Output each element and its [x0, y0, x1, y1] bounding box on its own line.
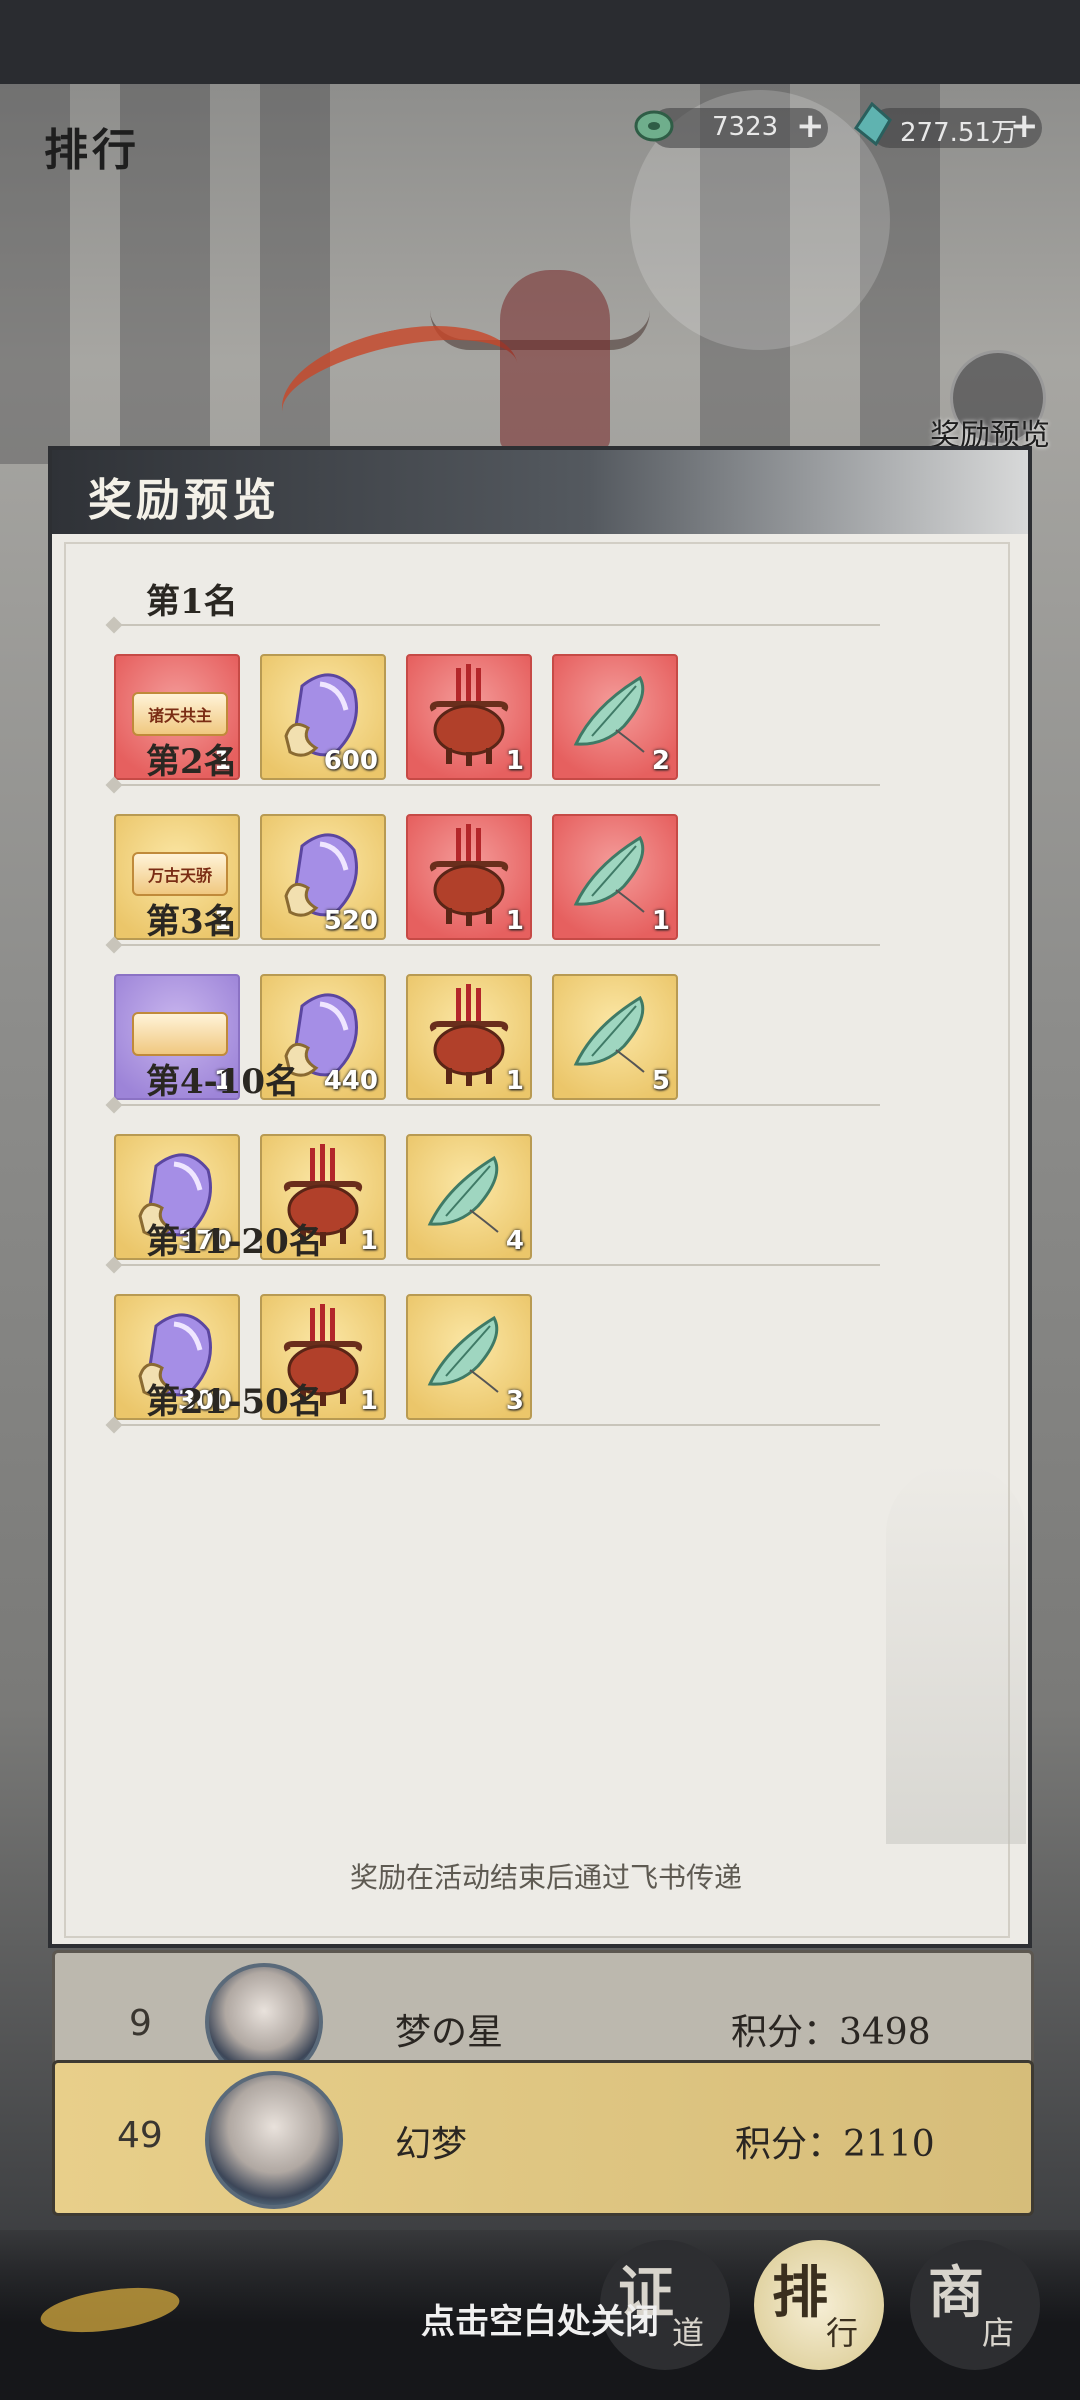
tier-divider: [114, 1104, 880, 1106]
title-plaque-icon: [132, 1012, 228, 1056]
player-name: 幻梦: [395, 2124, 468, 2165]
reward-item[interactable]: 1: [406, 654, 532, 780]
item-count: 1: [505, 1066, 524, 1096]
item-count: 5: [651, 1066, 670, 1096]
ink-mountain-decoration: [886, 1464, 1026, 1844]
leaderboard-row[interactable]: 9 梦の星 积分：3498: [52, 1950, 1034, 2081]
jade-coin-icon: [634, 110, 674, 142]
plaque-text: 万古天骄: [147, 866, 212, 885]
tier-rank-label: 第11-20名: [146, 1222, 323, 1262]
tier-rank-label: 第3名: [146, 902, 238, 942]
tier-divider: [114, 944, 880, 946]
avatar: [205, 2071, 343, 2209]
player-score: 积分：3498: [731, 2012, 931, 2053]
tier-rank-label: 第21-50名: [146, 1382, 323, 1422]
reward-item[interactable]: 3: [406, 1294, 532, 1420]
spirit-stone-icon: [853, 102, 892, 146]
item-count: 1: [651, 906, 670, 936]
item-count: 1: [505, 746, 524, 776]
tier-divider: [114, 784, 880, 786]
currency-jade: 7323 +: [634, 106, 828, 148]
player-score: 积分：2110: [735, 2124, 935, 2165]
page-title: 排行: [44, 125, 140, 176]
add-stone-button[interactable]: +: [1010, 106, 1039, 146]
item-count: 3: [505, 1386, 524, 1416]
character-portrait: [500, 270, 610, 450]
item-count: 520: [323, 906, 378, 936]
tier-rank-label: 第4-10名: [146, 1062, 300, 1102]
item-count: 2: [651, 746, 670, 776]
modal-title: 奖励预览: [88, 475, 280, 526]
game-screen: 排行 7323 + 277.51万 + 奖励预览 9 梦の星 积分：3498 4…: [0, 0, 1080, 2400]
modal-header: 奖励预览: [52, 450, 1028, 534]
close-hint[interactable]: 点击空白处关闭: [0, 2294, 1080, 2343]
item-count: 1: [359, 1386, 378, 1416]
reward-item[interactable]: 1: [406, 814, 532, 940]
add-jade-button[interactable]: +: [796, 106, 825, 146]
plaque-text: 诸天共主: [147, 706, 212, 725]
currency-value: 277.51万: [900, 118, 1017, 148]
title-plaque-icon: 诸天共主: [132, 692, 228, 736]
tier-rank-label: 第1名: [146, 582, 238, 622]
reward-item[interactable]: 2: [552, 654, 678, 780]
currency-value: 7323: [712, 112, 779, 142]
reward-delivery-note: 奖励在活动结束后通过飞书传递: [349, 1861, 742, 1894]
reward-item[interactable]: 1: [552, 814, 678, 940]
item-count: 1: [505, 906, 524, 936]
top-frame: [0, 0, 1080, 84]
item-count: 440: [323, 1066, 378, 1096]
reward-preview-modal: 奖励预览 第1名 诸天共主 1 600 1 2 第2名 万古天骄 1 520 1 1 第3名 1 440 1 5…: [48, 446, 1032, 1948]
reward-item[interactable]: 5: [552, 974, 678, 1100]
divider-diamond: [105, 616, 123, 634]
tier-divider: [114, 624, 880, 626]
rank-number: 9: [129, 2003, 152, 2044]
item-count: 4: [505, 1226, 524, 1256]
item-count: 1: [359, 1226, 378, 1256]
player-name: 梦の星: [395, 2012, 504, 2053]
reward-item[interactable]: 1: [406, 974, 532, 1100]
my-leaderboard-row[interactable]: 49 幻梦 积分：2110: [52, 2060, 1034, 2216]
reward-preview-button[interactable]: 奖励预览: [920, 350, 1060, 460]
tier-divider: [114, 1424, 880, 1426]
title-plaque-icon: 万古天骄: [132, 852, 228, 896]
tier-divider: [114, 1264, 880, 1266]
reward-item[interactable]: 520: [260, 814, 386, 940]
item-count: 600: [323, 746, 378, 776]
reward-item[interactable]: 600: [260, 654, 386, 780]
reward-item[interactable]: 4: [406, 1134, 532, 1260]
currency-stone: 277.51万 +: [853, 102, 1042, 148]
modal-content: 第1名 诸天共主 1 600 1 2 第2名 万古天骄 1 520 1 1 第3名 1 440 1 5 第4-10…: [64, 542, 1026, 1938]
tier-rank-label: 第2名: [146, 742, 238, 782]
rank-number: 49: [117, 2115, 163, 2156]
